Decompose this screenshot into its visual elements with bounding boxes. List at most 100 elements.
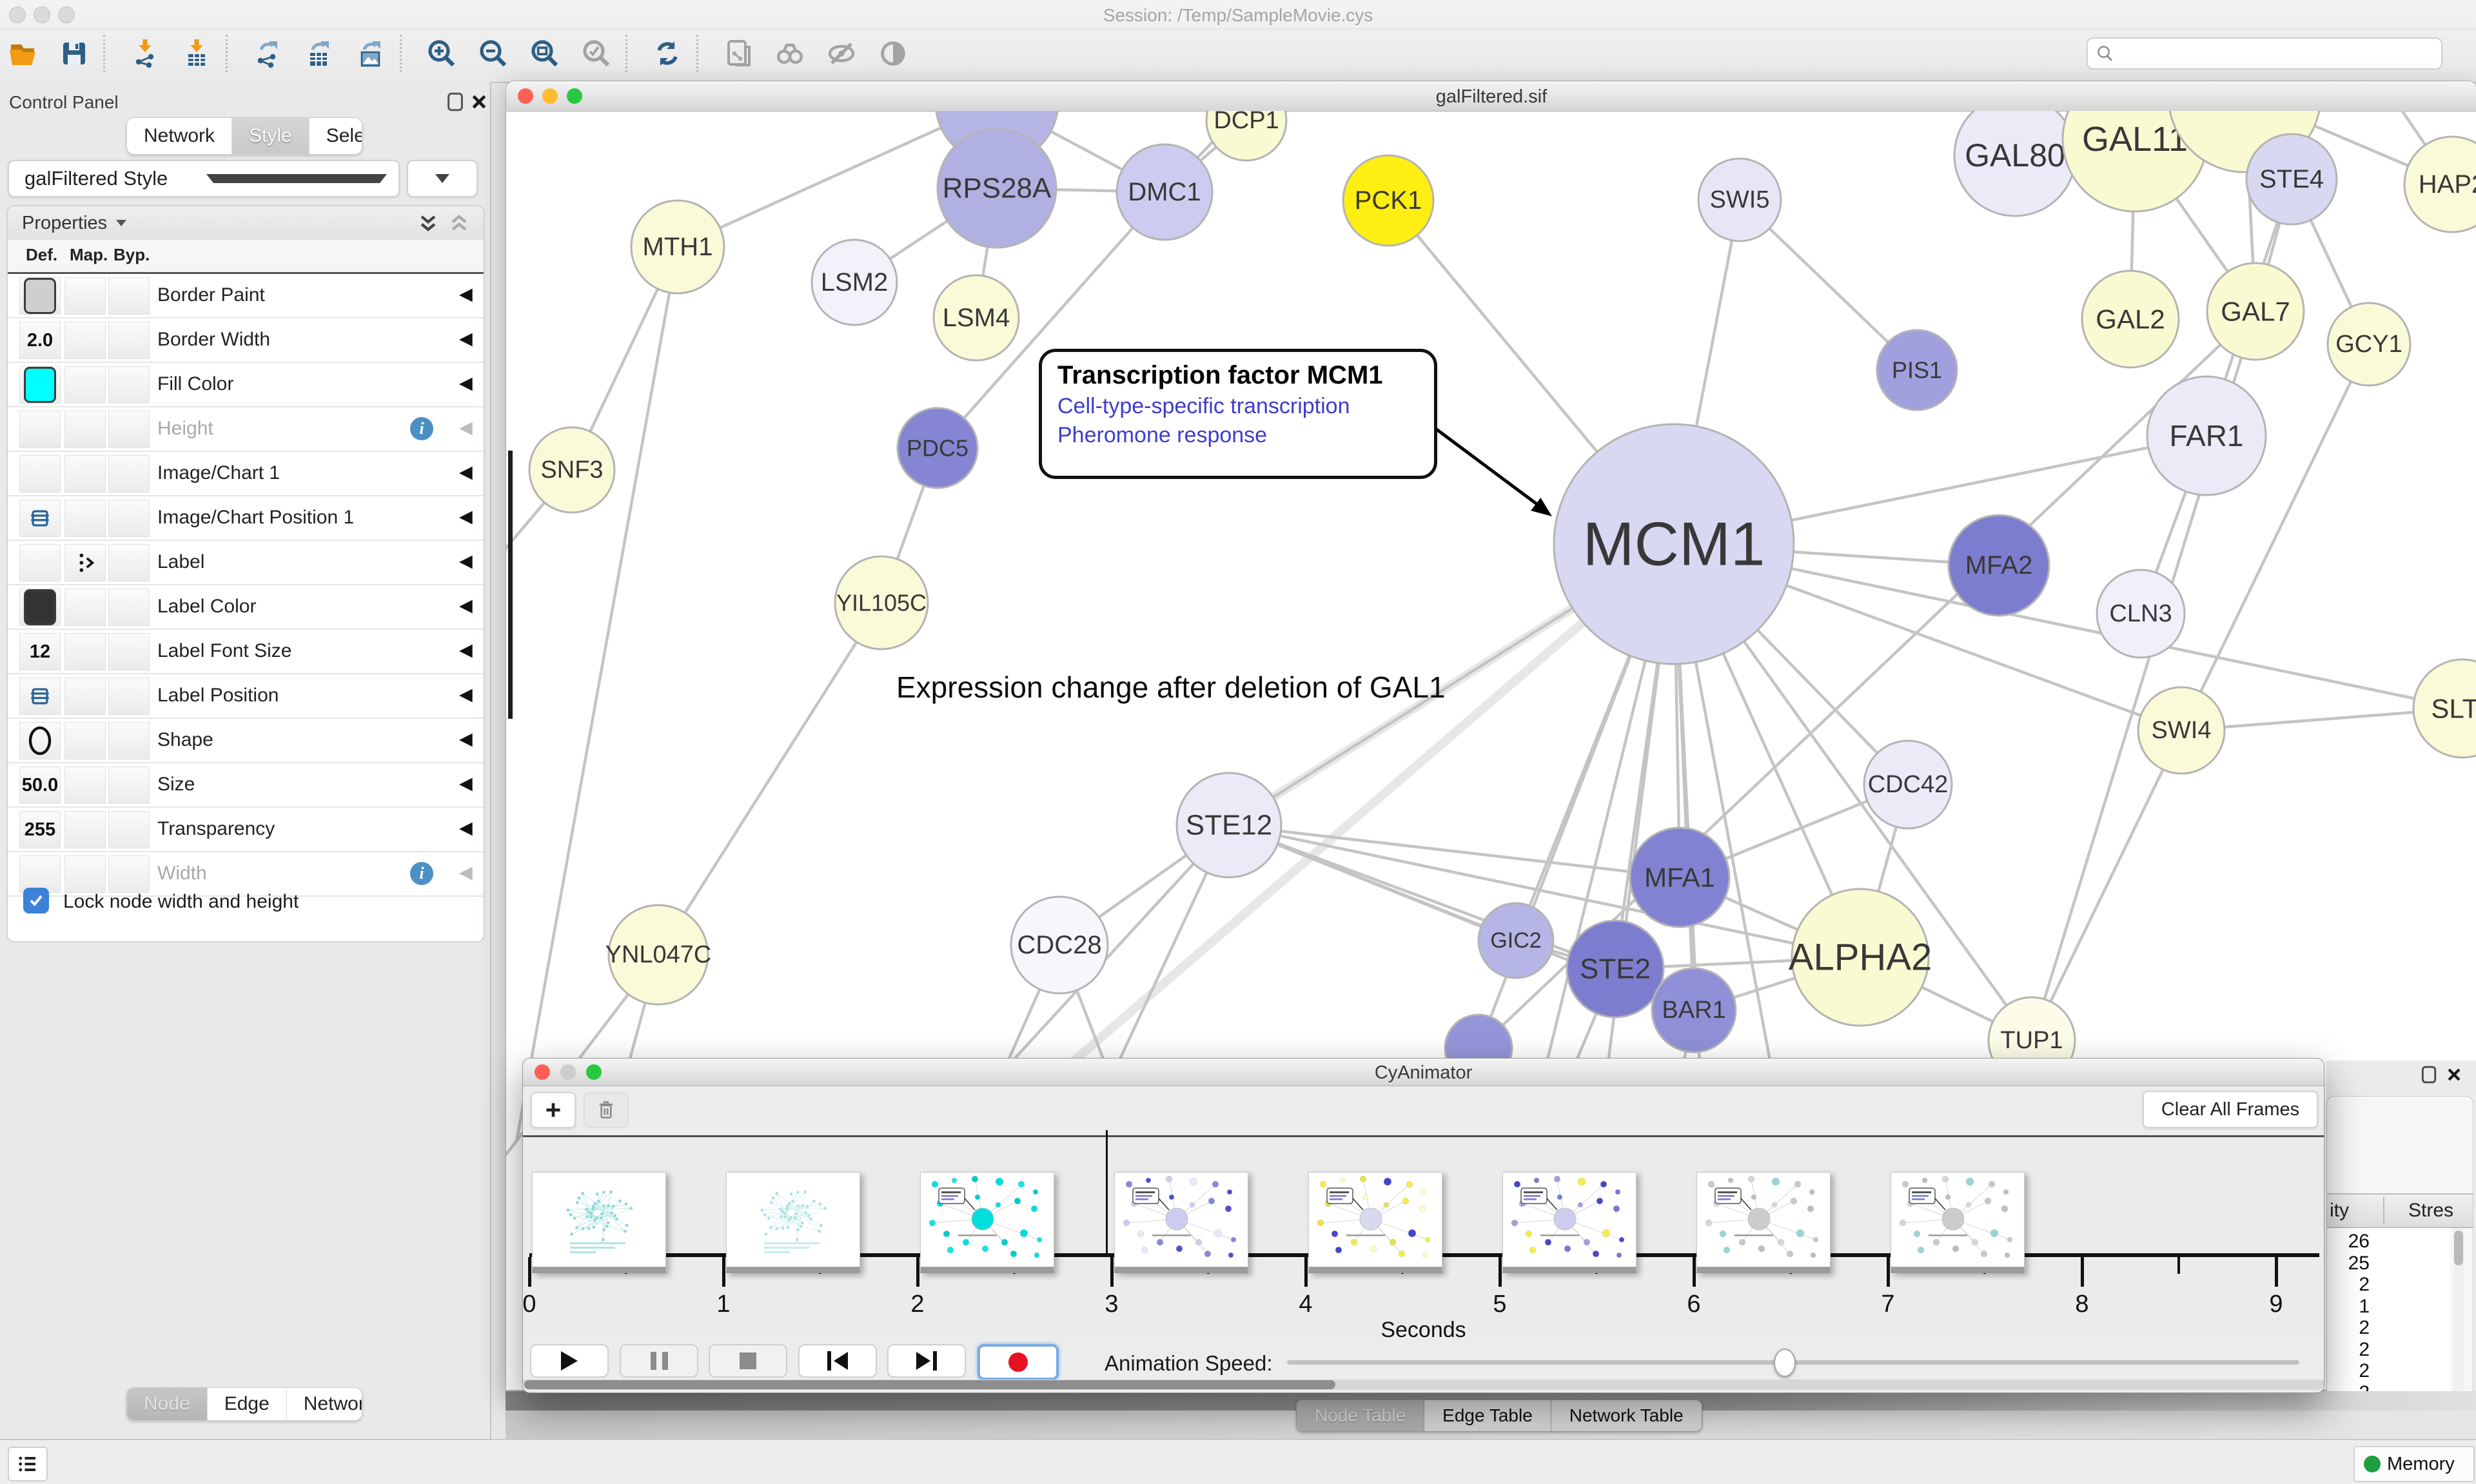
expand-row-icon[interactable]: ◀: [459, 729, 473, 749]
expand-row-icon[interactable]: ◀: [459, 329, 473, 349]
pause-button[interactable]: [620, 1344, 698, 1378]
default-value-cell[interactable]: [19, 366, 61, 404]
property-row-label-color[interactable]: Label Color◀: [8, 585, 484, 630]
node-DCP1[interactable]: DCP1: [1206, 111, 1286, 161]
default-value-cell[interactable]: 255: [19, 811, 61, 848]
property-row-border-width[interactable]: 2.0Border Width◀: [8, 318, 484, 363]
network-left-scrollbar[interactable]: [508, 451, 513, 719]
open-session-icon[interactable]: [4, 34, 41, 73]
bypass-cell[interactable]: [108, 277, 150, 315]
expression-note-annotation[interactable]: Expression change after deletion of GAL1: [896, 670, 1446, 705]
column-divider[interactable]: [2383, 1197, 2384, 1224]
tab-node-table[interactable]: Node Table: [1297, 1400, 1424, 1431]
node-SNF3[interactable]: SNF3: [529, 427, 614, 513]
property-row-image-chart-1[interactable]: Image/Chart 1◀: [8, 452, 484, 496]
add-frame-button[interactable]: +: [531, 1092, 576, 1128]
default-value-cell[interactable]: [19, 722, 61, 759]
property-row-fill-color[interactable]: Fill Color◀: [8, 363, 484, 407]
export-network-icon[interactable]: [249, 34, 286, 73]
mapping-cell[interactable]: [64, 366, 106, 404]
expand-row-icon[interactable]: ◀: [459, 685, 473, 705]
node-DMC1[interactable]: DMC1: [1117, 144, 1212, 240]
scrollbar-thumb[interactable]: [2454, 1231, 2463, 1265]
frame-thumbnail-3[interactable]: [1114, 1172, 1248, 1273]
property-row-label-position[interactable]: Label Position◀: [8, 674, 484, 719]
default-value-cell[interactable]: [19, 678, 61, 715]
node-FAR1[interactable]: FAR1: [2147, 376, 2266, 495]
node-SWI4[interactable]: SWI4: [2138, 687, 2225, 774]
expand-row-icon[interactable]: ◀: [459, 640, 473, 660]
expand-row-icon[interactable]: ◀: [459, 418, 473, 438]
bypass-cell[interactable]: [108, 633, 150, 670]
tab-network[interactable]: Network: [127, 118, 232, 154]
frame-thumbnail-2[interactable]: [920, 1172, 1054, 1273]
node-PCK1[interactable]: PCK1: [1343, 155, 1433, 246]
bypass-cell[interactable]: [108, 322, 150, 359]
mapping-cell[interactable]: [64, 678, 106, 715]
annotation-box[interactable]: Transcription factor MCM1 Cell-type-spec…: [1039, 349, 1437, 479]
node-GIC2[interactable]: GIC2: [1479, 903, 1553, 978]
node-SWI5[interactable]: SWI5: [1698, 159, 1781, 241]
mapping-cell[interactable]: [64, 722, 106, 759]
default-value-cell[interactable]: [19, 544, 61, 581]
tab-edge-table[interactable]: Edge Table: [1424, 1400, 1551, 1431]
record-button[interactable]: [978, 1344, 1059, 1380]
bypass-cell[interactable]: [108, 455, 150, 493]
node-ALPHA2[interactable]: ALPHA2: [1789, 889, 1932, 1026]
bypass-cell[interactable]: [108, 589, 150, 626]
default-value-cell[interactable]: 2.0: [19, 322, 61, 359]
clear-all-frames-button[interactable]: Clear All Frames: [2143, 1091, 2318, 1128]
import-network-icon[interactable]: [126, 34, 164, 73]
zoom-selected-icon[interactable]: [578, 34, 615, 73]
zoom-fit-icon[interactable]: [526, 34, 564, 73]
default-value-cell[interactable]: 50.0: [19, 766, 61, 804]
mapping-cell[interactable]: [64, 811, 106, 848]
expand-all-icon[interactable]: [415, 210, 441, 236]
tab-select[interactable]: Select: [310, 118, 362, 154]
node-STE2[interactable]: STE2: [1567, 921, 1664, 1017]
hide-graphics-details-icon[interactable]: [823, 34, 860, 73]
default-value-cell[interactable]: [19, 500, 61, 537]
frame-thumbnail-4[interactable]: [1308, 1172, 1442, 1273]
bypass-cell[interactable]: [108, 366, 150, 404]
default-value-cell[interactable]: 12: [19, 633, 61, 670]
expand-row-icon[interactable]: ◀: [459, 284, 473, 304]
bypass-cell[interactable]: [108, 500, 150, 537]
mapping-cell[interactable]: [64, 500, 106, 537]
expand-row-icon[interactable]: ◀: [459, 373, 473, 393]
play-button[interactable]: [530, 1344, 609, 1378]
cyanimator-timeline[interactable]: Seconds 0123456789: [523, 1137, 2324, 1331]
expand-row-icon[interactable]: ◀: [459, 596, 473, 616]
node-GAL80[interactable]: GAL80: [1954, 111, 2076, 216]
bypass-cell[interactable]: [108, 766, 150, 804]
skip-end-button[interactable]: [887, 1344, 966, 1378]
default-value-cell[interactable]: [19, 277, 61, 315]
style-options-button[interactable]: [407, 160, 478, 197]
mapping-cell[interactable]: [64, 277, 106, 315]
property-row-label-font-size[interactable]: 12Label Font Size◀: [8, 630, 484, 674]
export-table-icon[interactable]: [300, 34, 338, 73]
node-PIS1[interactable]: PIS1: [1877, 330, 1957, 410]
slider-knob[interactable]: [1774, 1349, 1796, 1377]
mapping-cell[interactable]: [64, 633, 106, 670]
node-BAR1[interactable]: BAR1: [1652, 968, 1736, 1052]
node-STE12[interactable]: STE12: [1177, 773, 1281, 877]
search-network-icon[interactable]: [771, 34, 809, 73]
default-value-cell[interactable]: [19, 455, 61, 493]
bypass-cell[interactable]: [108, 411, 150, 448]
zoom-in-icon[interactable]: [423, 34, 460, 73]
node-CLN3[interactable]: CLN3: [2097, 570, 2185, 658]
node-RPS28A[interactable]: RPS28A: [938, 129, 1056, 248]
node-CDC28[interactable]: CDC28: [1011, 897, 1108, 993]
tab-node[interactable]: Node: [127, 1388, 208, 1420]
node-MFA2[interactable]: MFA2: [1949, 515, 2049, 616]
node-MTH1[interactable]: MTH1: [631, 200, 724, 293]
property-row-size[interactable]: 50.0Size◀: [8, 763, 484, 808]
default-value-cell[interactable]: [19, 589, 61, 626]
memory-button[interactable]: Memory: [2353, 1446, 2475, 1482]
default-value-cell[interactable]: [19, 411, 61, 448]
float-panel-icon[interactable]: [446, 92, 464, 115]
node-GCY1[interactable]: GCY1: [2328, 303, 2410, 386]
export-image-icon[interactable]: [352, 34, 389, 73]
properties-header[interactable]: Properties: [8, 206, 484, 240]
